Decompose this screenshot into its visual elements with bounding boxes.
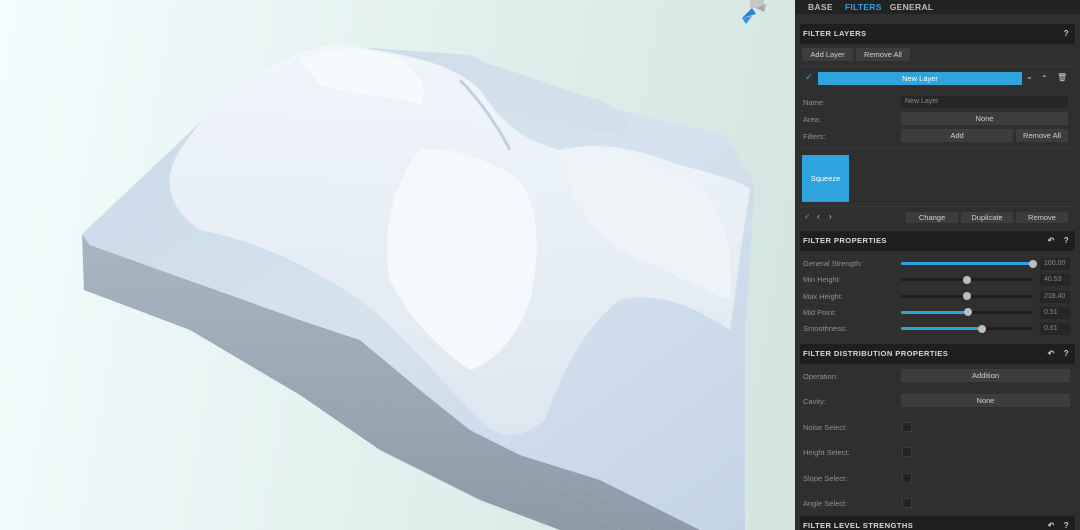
filter-layers-title: FILTER LAYERS — [803, 29, 867, 38]
divider — [800, 206, 1075, 207]
undo-icon[interactable]: ↶ — [1048, 236, 1055, 245]
select-checkbox[interactable] — [902, 497, 912, 508]
terrain-render — [82, 44, 755, 530]
divider — [800, 66, 1075, 67]
orientation-gizmo-icon[interactable] — [738, 0, 778, 30]
distribution-title: FILTER DISTRIBUTION PROPERTIES — [803, 349, 949, 358]
undo-icon[interactable]: ↶ — [1048, 349, 1055, 358]
select-label: Noise Select: — [803, 423, 848, 432]
help-icon[interactable]: ? — [1064, 236, 1069, 245]
slider-label: Max Height: — [803, 291, 844, 301]
distribution-header: FILTER DISTRIBUTION PROPERTIES ↶? — [800, 344, 1075, 364]
help-icon[interactable]: ? — [1064, 521, 1069, 530]
select-label: Slope Select: — [803, 473, 848, 483]
select-checkbox[interactable] — [902, 472, 912, 483]
cavity-select[interactable]: None — [901, 394, 1070, 407]
chevron-right-icon[interactable]: › — [829, 212, 832, 222]
slider-label: Min Height: — [803, 275, 841, 285]
slider-label: General Strength: — [803, 259, 863, 268]
terrain-viewport[interactable] — [0, 0, 795, 530]
slider-fill — [901, 262, 1033, 265]
tab-general[interactable]: GENERAL — [890, 0, 934, 14]
filters-label: Filters: — [803, 132, 826, 141]
divider — [800, 148, 1075, 149]
slider-track[interactable] — [901, 292, 1033, 301]
operation-select[interactable]: Addition — [901, 369, 1070, 382]
remove-all-layers-button[interactable]: Remove All — [856, 48, 910, 61]
change-filter-button[interactable]: Change — [906, 212, 958, 223]
add-layer-button[interactable]: Add Layer — [802, 48, 853, 61]
filter-layers-header: FILTER LAYERS ? — [800, 24, 1075, 44]
filter-tile-squeeze[interactable]: Squeeze — [802, 155, 849, 202]
slider-fill — [901, 327, 982, 331]
layer-title-bar[interactable]: New Layer — [818, 72, 1022, 85]
slider-knob[interactable] — [977, 324, 986, 333]
slider-fill — [901, 310, 969, 314]
slider-track[interactable] — [901, 259, 1037, 268]
area-select[interactable]: None — [901, 112, 1068, 125]
operation-label: Operation: — [803, 372, 839, 381]
slider-label: Smoothness: — [803, 324, 847, 334]
undo-icon[interactable]: ↶ — [1048, 521, 1055, 530]
level-strengths-title: FILTER LEVEL STRENGTHS — [803, 521, 914, 530]
select-label: Height Select: — [803, 448, 850, 458]
slider-knob[interactable] — [964, 308, 973, 317]
remove-filter-button[interactable]: Remove — [1016, 212, 1068, 223]
select-checkbox[interactable] — [902, 422, 912, 432]
slider-knob[interactable] — [963, 292, 971, 301]
slider-value-field[interactable]: 0.51 — [1040, 306, 1070, 319]
select-checkbox[interactable] — [902, 447, 912, 458]
name-field[interactable]: New Layer — [901, 96, 1068, 108]
add-filter-button[interactable]: Add — [901, 129, 1013, 142]
trash-icon[interactable]: 🗑 — [1057, 73, 1067, 83]
help-icon[interactable]: ? — [1064, 349, 1069, 358]
slider-track[interactable] — [901, 275, 1033, 284]
slider-value-field[interactable]: 218.40 — [1040, 290, 1070, 303]
filter-properties-title: FILTER PROPERTIES — [803, 236, 887, 245]
chevron-up-icon[interactable]: ⌃ — [1041, 74, 1048, 84]
tab-filters[interactable]: FILTERS — [845, 0, 882, 14]
tab-base[interactable]: BASE — [808, 0, 833, 14]
help-icon[interactable]: ? — [1064, 29, 1069, 38]
remove-all-filters-button[interactable]: Remove All — [1016, 129, 1068, 142]
slider-knob[interactable] — [1029, 259, 1037, 268]
name-label: Name: — [803, 98, 826, 107]
slider-track[interactable] — [901, 324, 1033, 333]
slider-label: Mid Point: — [803, 307, 837, 317]
slider-track[interactable] — [901, 308, 1033, 317]
slider-value-field[interactable]: 40.53 — [1040, 274, 1070, 287]
area-label: Area: — [803, 115, 821, 124]
slider-value-field[interactable]: 100.00 — [1040, 258, 1070, 270]
tab-bar: BASE FILTERS GENERAL — [795, 0, 1080, 14]
layer-enabled-check-icon[interactable]: ✓ — [805, 73, 813, 83]
chevron-down-icon[interactable]: ⌄ — [1026, 72, 1033, 82]
filter-properties-header: FILTER PROPERTIES ↶? — [800, 231, 1075, 251]
level-strengths-header: FILTER LEVEL STRENGTHS ↶? — [800, 516, 1075, 530]
slider-value-field[interactable]: 0.61 — [1040, 323, 1070, 336]
chevron-left-icon[interactable]: ‹ — [817, 212, 820, 222]
slider-knob[interactable] — [963, 275, 971, 284]
duplicate-filter-button[interactable]: Duplicate — [961, 212, 1013, 223]
filter-enabled-check-icon[interactable]: ✓ — [804, 212, 811, 222]
inspector-panel: BASE FILTERS GENERAL FILTER LAYERS ? Add… — [795, 0, 1080, 530]
select-label: Angle Select: — [803, 498, 848, 508]
cavity-label: Cavity: — [803, 397, 826, 406]
